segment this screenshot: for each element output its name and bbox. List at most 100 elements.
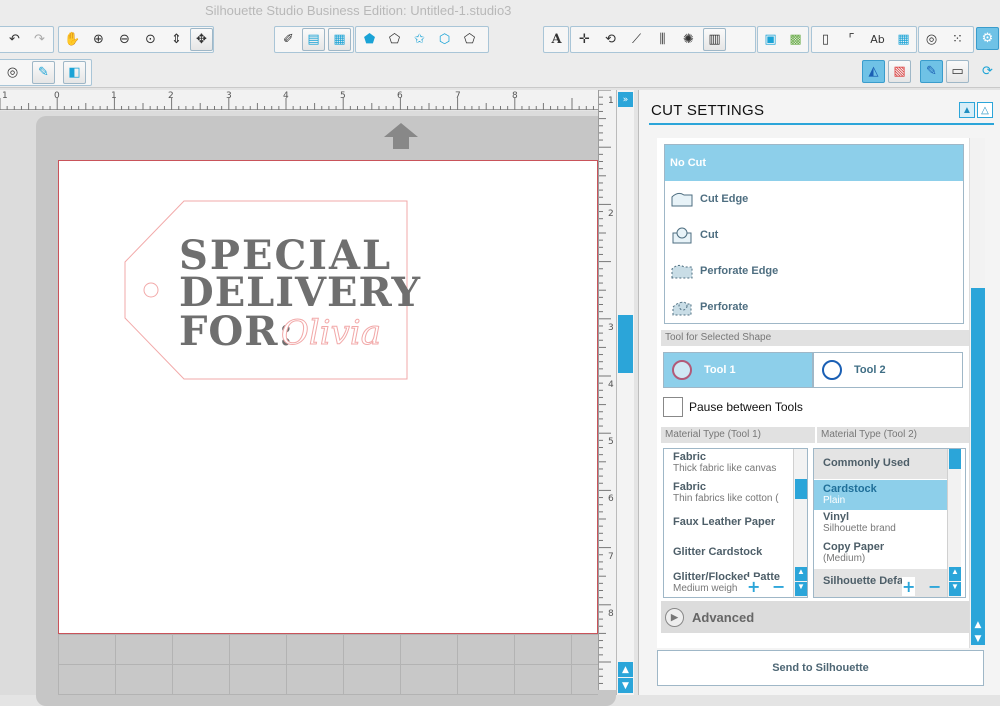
- library-icon[interactable]: ▣: [759, 28, 782, 51]
- pen-icon[interactable]: ✎: [32, 61, 55, 84]
- zoom-drag-icon[interactable]: ⇕: [165, 28, 188, 51]
- material-list-tool1: Fabric Thick fabric like canvas Fabric T…: [663, 448, 808, 598]
- material-list-tool1-scrollbar[interactable]: ▲ ▼: [793, 449, 807, 597]
- cut-style-cut[interactable]: Cut: [665, 217, 963, 253]
- cut-edge-icon: [671, 192, 693, 207]
- tag-hole: [143, 282, 159, 298]
- pentagon-fill-icon[interactable]: ⬟: [358, 28, 381, 51]
- target-icon[interactable]: ◎: [1, 61, 24, 84]
- material-item-selected[interactable]: Cardstock Plain: [814, 480, 947, 510]
- text-style-icon[interactable]: A: [545, 28, 568, 51]
- scroll-thumb[interactable]: [949, 449, 961, 469]
- send-mode-icon[interactable]: ▧: [888, 60, 911, 83]
- canvas-scroll-thumb[interactable]: [618, 315, 633, 373]
- material-desc: Thick fabric like canvas: [673, 463, 777, 474]
- material-list-tool2-scrollbar[interactable]: ▲ ▼: [947, 449, 961, 597]
- star-icon[interactable]: ✩: [408, 28, 431, 51]
- offset-icon[interactable]: ✺: [677, 28, 700, 51]
- zoom-in-icon[interactable]: ⊕: [87, 28, 110, 51]
- collapse-up-icon[interactable]: ▲: [959, 102, 975, 118]
- material-item[interactable]: Glitter Cardstock: [664, 546, 794, 558]
- secondary-toolbar: ◎ ✎ ◧ ◭ ▧ ✎ ▭ ⟳: [0, 56, 1000, 88]
- material-desc: (Medium): [823, 553, 866, 564]
- add-material-button[interactable]: +: [747, 577, 761, 596]
- material-item[interactable]: Copy Paper (Medium): [814, 541, 944, 564]
- tag-design[interactable]: SPECIAL DELIVERY FOR: Olivia: [59, 161, 599, 635]
- fill-panel-icon[interactable]: ▤: [302, 28, 325, 51]
- remove-material-button[interactable]: −: [772, 577, 785, 596]
- send-to-silhouette-button[interactable]: Send to Silhouette: [657, 650, 984, 686]
- polygon-icon[interactable]: ⬡: [433, 28, 456, 51]
- spiral-icon[interactable]: ◎: [920, 28, 943, 51]
- advanced-section[interactable]: ▶ Advanced: [661, 601, 969, 633]
- panel-scroll-thumb[interactable]: [971, 288, 985, 633]
- page-setup-icon[interactable]: ▯: [814, 28, 837, 51]
- tool-1-button[interactable]: Tool 1: [663, 352, 813, 388]
- pause-checkbox[interactable]: [663, 397, 683, 417]
- refresh-icon[interactable]: ⟳: [976, 60, 999, 83]
- cut-page[interactable]: SPECIAL DELIVERY FOR: Olivia: [58, 160, 598, 634]
- scroll-up-icon[interactable]: ▲: [971, 618, 985, 631]
- undo-icon[interactable]: ↶: [3, 28, 26, 51]
- zoom-select-icon[interactable]: ⊙: [139, 28, 162, 51]
- scroll-up-icon[interactable]: ▲: [618, 662, 633, 677]
- cut-style-perforate[interactable]: Perforate: [665, 289, 963, 325]
- scroll-up-icon[interactable]: ▲: [949, 567, 961, 581]
- align-icon[interactable]: ⫼: [651, 28, 674, 51]
- cut-style-no-cut[interactable]: No Cut: [665, 145, 963, 181]
- dots-icon[interactable]: ⁙: [946, 28, 969, 51]
- settings-icon[interactable]: ⚙: [976, 27, 999, 50]
- eraser-icon[interactable]: ✐: [277, 28, 300, 51]
- pattern-icon[interactable]: ▦: [328, 28, 351, 51]
- page-icon[interactable]: ◧: [63, 61, 86, 84]
- panel-scrollbar[interactable]: ▲ ▼: [969, 138, 985, 648]
- redo-icon[interactable]: ↷: [28, 28, 51, 51]
- pentagon-outline-icon[interactable]: ⬠: [383, 28, 406, 51]
- material-tool1-header: Material Type (Tool 1): [661, 427, 815, 443]
- h-ruler-label: 2: [168, 91, 174, 101]
- feed-direction-arrow-icon: [384, 123, 418, 149]
- collapse-panel-up-icon[interactable]: △: [977, 102, 993, 118]
- trace-icon[interactable]: ▥: [703, 28, 726, 51]
- scroll-down-icon[interactable]: ▼: [795, 582, 807, 596]
- page-group: ▯ ⌜ Ab ▦: [811, 26, 917, 53]
- scroll-down-icon[interactable]: ▼: [618, 678, 633, 693]
- material-name: Commonly Used: [823, 457, 910, 469]
- cut-icon: [672, 227, 692, 244]
- material-name: Copy Paper: [823, 541, 885, 553]
- material-item[interactable]: Fabric Thin fabrics like cotton (: [664, 481, 794, 504]
- zoom-out-icon[interactable]: ⊖: [113, 28, 136, 51]
- cut-style-label: Cut Edge: [700, 193, 749, 205]
- collapse-panel-icon[interactable]: »: [618, 92, 633, 107]
- scroll-thumb[interactable]: [795, 479, 807, 499]
- pan-hand-icon[interactable]: ✋: [61, 28, 84, 51]
- store-icon[interactable]: ▩: [784, 28, 807, 51]
- cut-style-cut-edge[interactable]: Cut Edge: [665, 181, 963, 217]
- design-mode-icon[interactable]: ◭: [862, 60, 885, 83]
- material-item[interactable]: Faux Leather Paper: [664, 516, 794, 528]
- v-ruler-label: 3: [608, 323, 614, 333]
- tool-2-button[interactable]: Tool 2: [813, 352, 963, 388]
- v-ruler-ticks: [599, 90, 611, 684]
- grid-icon[interactable]: ▦: [892, 28, 915, 51]
- registration-icon[interactable]: ⌜: [840, 28, 863, 51]
- remove-material-button[interactable]: −: [928, 577, 941, 596]
- material-item[interactable]: Vinyl Silhouette brand: [814, 511, 944, 534]
- add-material-button[interactable]: +: [902, 577, 916, 596]
- cut-settings-icon[interactable]: ✎: [920, 60, 943, 83]
- send-panel-icon[interactable]: ▭: [946, 60, 969, 83]
- design-script-name: Olivia: [281, 313, 381, 353]
- text-tool-icon[interactable]: Ab: [866, 28, 889, 51]
- material-item[interactable]: Fabric Thick fabric like canvas: [664, 451, 794, 474]
- pause-between-tools[interactable]: Pause between Tools: [663, 397, 803, 417]
- transform-icon[interactable]: ✛: [573, 28, 596, 51]
- scroll-down-icon[interactable]: ▼: [971, 632, 985, 645]
- scroll-down-icon[interactable]: ▼: [949, 582, 961, 596]
- canvas-scrollbar[interactable]: » ▲ ▼: [616, 90, 634, 695]
- replicate-icon[interactable]: ⟲: [599, 28, 622, 51]
- knife-icon[interactable]: ⟋: [625, 28, 648, 51]
- cut-style-perforate-edge[interactable]: Perforate Edge: [665, 253, 963, 289]
- scroll-up-icon[interactable]: ▲: [795, 567, 807, 581]
- fit-to-page-icon[interactable]: ✥: [190, 28, 213, 51]
- smooth-polygon-icon[interactable]: ⬠: [458, 28, 481, 51]
